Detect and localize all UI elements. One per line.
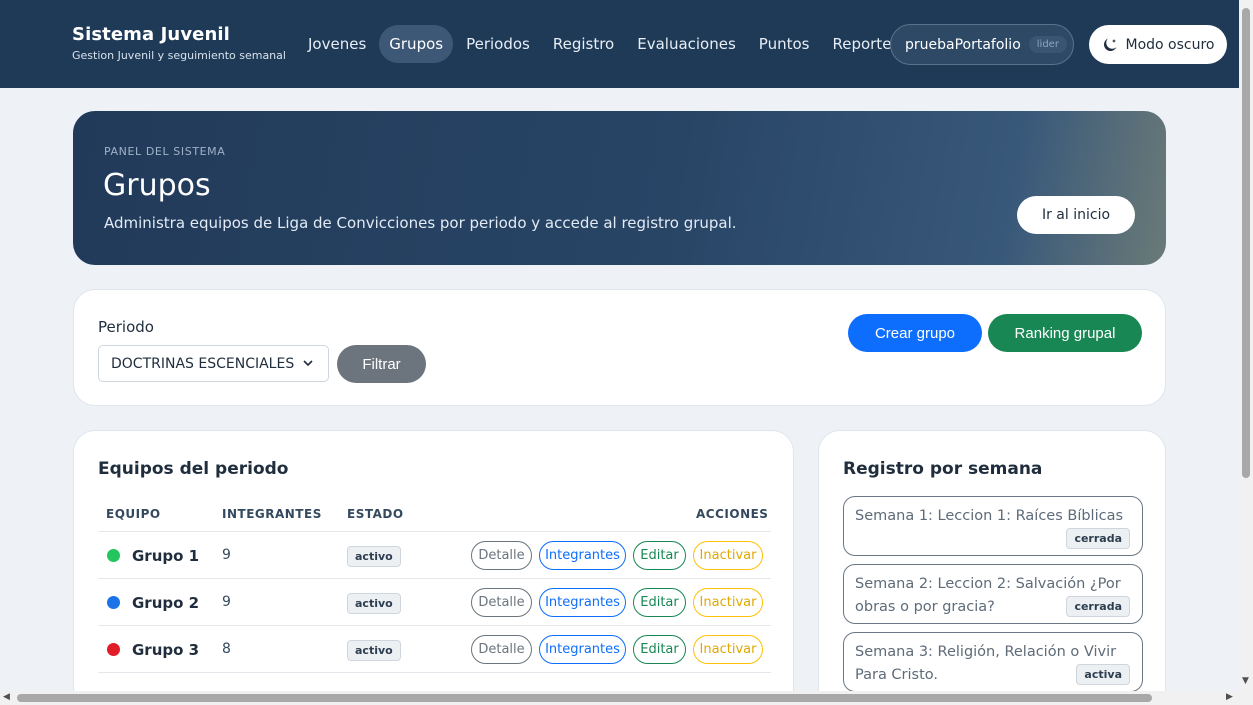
status-badge: activo <box>347 546 401 567</box>
vertical-scrollbar[interactable]: ▼ <box>1239 0 1253 692</box>
team-members-count: 8 <box>222 641 231 657</box>
period-select-value: DOCTRINAS ESCENCIALES <box>111 355 295 372</box>
team-name: Grupo 1 <box>132 547 200 565</box>
brand[interactable]: Sistema Juvenil Gestion Juvenil y seguim… <box>72 24 286 62</box>
nav-link-periodos[interactable]: Periodos <box>456 25 540 63</box>
moon-icon <box>1103 38 1116 51</box>
team-color-dot <box>107 549 120 562</box>
period-select[interactable]: DOCTRINAS ESCENCIALES <box>98 345 329 382</box>
col-header-team: EQUIPO <box>106 507 161 521</box>
page-description: Administra equipos de Liga de Conviccion… <box>104 214 737 232</box>
go-home-button[interactable]: Ir al inicio <box>1017 196 1135 234</box>
team-color-dot <box>107 643 120 656</box>
week-status-badge: cerrada <box>1066 528 1130 549</box>
filter-card: Periodo DOCTRINAS ESCENCIALES Filtrar Cr… <box>73 289 1166 406</box>
col-header-status: ESTADO <box>347 507 404 521</box>
week-item[interactable]: Semana 1: Leccion 1: Raíces Bíblicas cer… <box>843 496 1143 556</box>
top-navbar: Sistema Juvenil Gestion Juvenil y seguim… <box>0 0 1239 88</box>
week-item[interactable]: Semana 3: Religión, Relación o Vivir Par… <box>843 632 1143 692</box>
horizontal-scrollbar[interactable]: ◀ ▶ <box>0 691 1253 705</box>
user-role-badge: lider <box>1028 36 1067 53</box>
nav-link-registro[interactable]: Registro <box>543 25 624 63</box>
members-button[interactable]: Integrantes <box>539 635 626 664</box>
members-button[interactable]: Integrantes <box>539 588 626 617</box>
scroll-down-arrow-icon[interactable]: ▼ <box>1242 676 1249 686</box>
edit-button[interactable]: Editar <box>633 588 686 617</box>
scroll-left-arrow-icon[interactable]: ◀ <box>3 692 10 702</box>
weekly-register-title: Registro por semana <box>843 459 1043 479</box>
teams-card: Equipos del periodo EQUIPO INTEGRANTES E… <box>73 430 794 705</box>
brand-title: Sistema Juvenil <box>72 24 230 45</box>
week-item[interactable]: Semana 2: Leccion 2: Salvación ¿Por obra… <box>843 564 1143 624</box>
weekly-register-card: Registro por semana Semana 1: Leccion 1:… <box>818 430 1166 705</box>
hero-panel: PANEL DEL SISTEMA Grupos Administra equi… <box>73 111 1166 265</box>
dark-mode-label: Modo oscuro <box>1125 36 1215 53</box>
team-color-dot <box>107 596 120 609</box>
teams-table-header: EQUIPO INTEGRANTES ESTADO ACCIONES <box>98 504 771 532</box>
nav-link-grupos[interactable]: Grupos <box>379 25 454 63</box>
table-row: Grupo 3 8 activo Detalle Integrantes Edi… <box>98 626 771 673</box>
team-members-count: 9 <box>222 547 231 563</box>
nav-link-jovenes[interactable]: Jovenes <box>298 25 376 63</box>
week-status-badge: cerrada <box>1066 596 1130 617</box>
detail-button[interactable]: Detalle <box>471 541 532 570</box>
table-row: Grupo 1 9 activo Detalle Integrantes Edi… <box>98 532 771 579</box>
main-nav: Jovenes Grupos Periodos Registro Evaluac… <box>298 25 912 63</box>
week-label: Semana 1: Leccion 1: Raíces Bíblicas <box>855 508 1124 524</box>
create-group-button[interactable]: Crear grupo <box>848 314 982 352</box>
deactivate-button[interactable]: Inactivar <box>693 588 763 617</box>
vertical-scrollbar-thumb[interactable] <box>1242 8 1250 478</box>
user-menu[interactable]: pruebaPortafolio lider <box>890 24 1074 65</box>
col-header-actions: ACCIONES <box>696 507 769 521</box>
edit-button[interactable]: Editar <box>633 635 686 664</box>
nav-link-evaluaciones[interactable]: Evaluaciones <box>627 25 746 63</box>
page-title: Grupos <box>103 168 211 203</box>
scroll-right-arrow-icon[interactable]: ▶ <box>1226 692 1233 702</box>
team-members-count: 9 <box>222 594 231 610</box>
detail-button[interactable]: Detalle <box>471 635 532 664</box>
user-name: pruebaPortafolio <box>905 36 1021 53</box>
deactivate-button[interactable]: Inactivar <box>693 635 763 664</box>
horizontal-scrollbar-thumb[interactable] <box>17 694 1152 702</box>
edit-button[interactable]: Editar <box>633 541 686 570</box>
members-button[interactable]: Integrantes <box>539 541 626 570</box>
status-badge: activo <box>347 640 401 661</box>
table-row: Grupo 2 9 activo Detalle Integrantes Edi… <box>98 579 771 626</box>
col-header-members: INTEGRANTES <box>222 507 322 521</box>
team-name: Grupo 2 <box>132 594 200 612</box>
team-name: Grupo 3 <box>132 641 200 659</box>
dark-mode-button[interactable]: Modo oscuro <box>1089 25 1227 64</box>
teams-title: Equipos del periodo <box>98 459 289 479</box>
deactivate-button[interactable]: Inactivar <box>693 541 763 570</box>
group-ranking-button[interactable]: Ranking grupal <box>988 314 1142 352</box>
chevron-down-icon <box>303 360 313 367</box>
nav-link-puntos[interactable]: Puntos <box>749 25 820 63</box>
detail-button[interactable]: Detalle <box>471 588 532 617</box>
status-badge: activo <box>347 593 401 614</box>
hero-eyebrow: PANEL DEL SISTEMA <box>104 145 226 158</box>
period-label: Periodo <box>98 318 154 336</box>
week-status-badge: activa <box>1076 664 1130 685</box>
filter-button[interactable]: Filtrar <box>337 345 426 383</box>
brand-subtitle: Gestion Juvenil y seguimiento semanal <box>72 49 286 62</box>
